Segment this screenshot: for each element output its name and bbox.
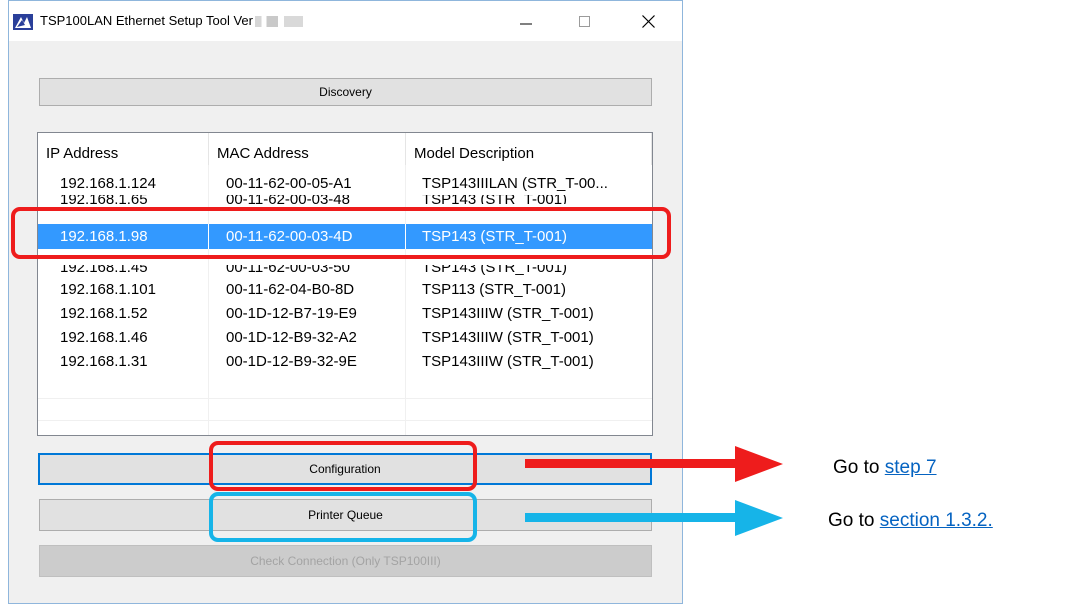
ip-cell: 192.168.1.124	[60, 175, 156, 192]
mac-cell: 00-1D-12-B9-32-A2	[226, 329, 357, 346]
table-row[interactable]: 192.168.1.65 00-11-62-00-03-48 TSP143 (S…	[38, 195, 652, 204]
discovery-button[interactable]: Discovery	[39, 78, 652, 106]
configuration-highlight	[209, 441, 477, 491]
ip-cell: 192.168.1.31	[60, 353, 148, 370]
printer-list[interactable]: IP Address MAC Address Model Description…	[37, 132, 653, 436]
check-connection-button: Check Connection (Only TSP100III)	[39, 545, 652, 577]
step-7-link[interactable]: step 7	[885, 457, 937, 478]
app-logo-icon	[13, 14, 33, 30]
table-row[interactable]: 192.168.1.101 00-11-62-04-B0-8D TSP113 (…	[38, 278, 652, 301]
redacted-version	[254, 16, 303, 28]
model-cell: TSP143IIIW (STR_T-001)	[422, 305, 594, 322]
mac-cell: 00-11-62-00-05-A1	[226, 175, 352, 192]
section-1-3-2-link[interactable]: section 1.3.2.	[880, 510, 993, 531]
minimize-icon	[520, 23, 532, 25]
ip-cell: 192.168.1.65	[60, 195, 148, 204]
model-cell: TSP143IIIW (STR_T-001)	[422, 353, 594, 370]
mac-cell: 00-11-62-04-B0-8D	[226, 281, 355, 298]
model-cell: TSP143 (STR_T-001)	[422, 265, 568, 276]
model-cell: TSP143 (STR_T-001)	[422, 195, 568, 204]
maximize-button[interactable]	[561, 1, 607, 41]
close-icon	[641, 14, 655, 28]
column-header-model[interactable]: Model Description	[406, 133, 652, 165]
window-title: TSP100LAN Ethernet Setup Tool Ver	[40, 13, 303, 28]
table-row[interactable]: 192.168.1.45 00-11-62-00-03-50 TSP143 (S…	[38, 265, 652, 277]
table-row[interactable]: 192.168.1.31 00-1D-12-B9-32-9E TSP143III…	[38, 350, 652, 373]
goto-section-note: Go to section 1.3.2.	[828, 510, 993, 531]
blue-arrow-icon	[525, 500, 783, 536]
ip-cell: 192.168.1.101	[60, 281, 156, 298]
list-header: IP Address MAC Address Model Description	[38, 133, 652, 165]
minimize-button[interactable]	[503, 1, 549, 41]
printer-queue-highlight	[209, 492, 477, 542]
column-header-ip[interactable]: IP Address	[38, 133, 209, 165]
mac-cell: 00-1D-12-B9-32-9E	[226, 353, 357, 370]
mac-cell: 00-11-62-00-03-48	[226, 195, 350, 204]
model-cell: TSP143IIILAN (STR_T-00...	[422, 175, 608, 192]
close-button[interactable]	[625, 1, 671, 41]
table-row[interactable]: 192.168.1.46 00-1D-12-B9-32-A2 TSP143III…	[38, 326, 652, 349]
red-arrow-icon	[525, 446, 783, 482]
mac-cell: 00-1D-12-B7-19-E9	[226, 305, 357, 322]
maximize-icon	[578, 15, 590, 27]
ip-cell: 192.168.1.52	[60, 305, 148, 322]
goto-step-note: Go to step 7	[833, 457, 937, 478]
title-bar: TSP100LAN Ethernet Setup Tool Ver	[9, 1, 682, 41]
ip-cell: 192.168.1.46	[60, 329, 148, 346]
table-row[interactable]: 192.168.1.52 00-1D-12-B7-19-E9 TSP143III…	[38, 302, 652, 325]
mac-cell: 00-11-62-00-03-50	[226, 265, 350, 276]
table-row[interactable]: 192.168.1.124 00-11-62-00-05-A1 TSP143II…	[38, 172, 652, 195]
model-cell: TSP143IIIW (STR_T-001)	[422, 329, 594, 346]
ip-cell: 192.168.1.45	[60, 265, 148, 276]
model-cell: TSP113 (STR_T-001)	[422, 281, 566, 298]
column-header-mac[interactable]: MAC Address	[209, 133, 406, 165]
selected-row-highlight	[11, 207, 671, 259]
